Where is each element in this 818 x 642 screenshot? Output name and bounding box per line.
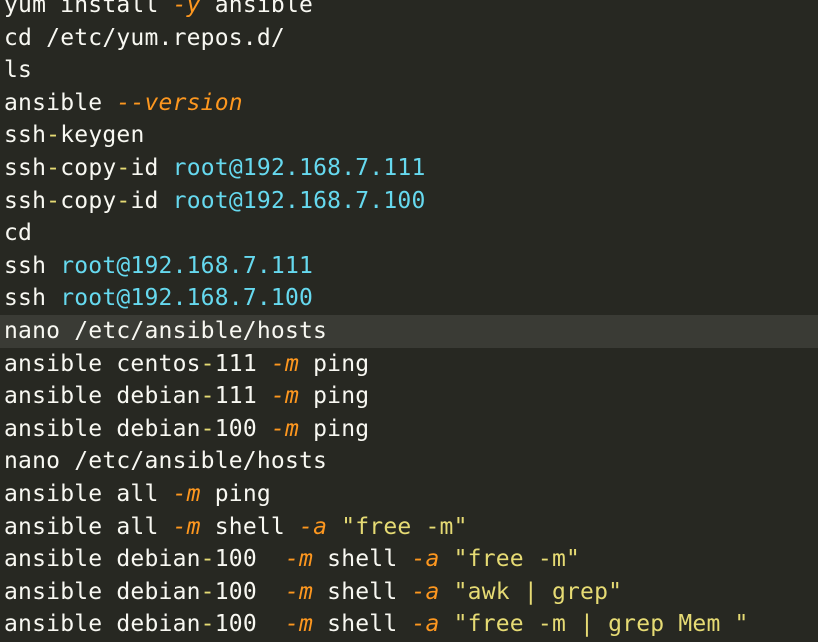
code-line[interactable]: cd /etc/yum.repos.d/ [0,22,818,55]
token-cmd: ansible [4,89,117,116]
token-cmd: ssh [4,154,47,181]
token-op: - [200,578,215,605]
token-cmd: 100 [214,546,285,573]
token-flag: -a [299,513,328,540]
token-cmd: 100 [214,578,285,605]
token-cmd: 111 [214,383,271,410]
token-op: - [200,415,215,442]
code-line[interactable]: nano /etc/ansible/hosts [0,445,818,478]
code-line[interactable]: ansible all -m ping [0,478,818,511]
code-line[interactable]: ansible debian-100 -m shell -a "free -m … [0,608,818,641]
code-line[interactable]: ansible debian-100 -m shell -a "awk | gr… [0,576,818,609]
token-cmd: ansible [200,0,314,18]
code-line[interactable]: ansible centos-111 -m ping [0,348,818,381]
token-cmd: id [130,154,173,181]
token-flag: -m [284,546,314,573]
token-cmd: cd /etc/yum.repos.d/ [4,24,285,51]
token-cmd: shell [313,578,412,605]
token-cmd: nano /etc/ansible/hosts [4,448,328,475]
token-flag: -m [270,383,300,410]
token-str: "awk | grep" [453,578,623,605]
code-line[interactable]: ansible debian-100 -m shell -a "free -m" [0,543,818,576]
code-editor[interactable]: yum install -y ansible cd /etc/yum.repos.… [0,0,818,641]
token-cmd: shell [200,513,300,540]
token-flag: -a [411,546,440,573]
token-str: "free -m | grep Mem " [453,611,749,638]
code-line[interactable]: ssh-copy-id root@192.168.7.111 [0,152,818,185]
token-addr: root@192.168.7.111 [172,154,426,181]
token-flag: -m [172,480,201,507]
token-cmd [440,579,454,605]
token-op: - [46,187,61,214]
token-cmd: 111 [214,350,271,377]
token-addr: root@192.168.7.111 [60,252,314,279]
token-flag: -a [411,578,440,605]
token-cmd: id [130,187,173,214]
code-line[interactable]: yum install -y ansible [0,0,818,22]
token-cmd: yum install [4,0,173,18]
token-cmd: keygen [60,122,145,149]
token-cmd: nano /etc/ansible/hosts [4,317,328,344]
token-op: - [200,383,215,410]
code-line[interactable]: ansible debian-111 -m ping [0,380,818,413]
code-line[interactable]: ssh root@192.168.7.100 [0,282,818,315]
token-cmd: ansible debian [4,546,201,573]
token-cmd: ansible debian [4,383,201,410]
token-flag: --version [116,89,243,116]
token-cmd: cd [4,220,33,247]
token-cmd: ssh [4,285,61,312]
token-flag: -m [270,350,300,377]
token-cmd: ansible debian [4,611,201,638]
token-cmd: ansible all [4,480,173,507]
token-op: - [116,154,131,181]
token-cmd: ansible centos [4,350,201,377]
token-cmd [440,611,454,637]
code-line[interactable]: ansible debian-100 -m ping [0,413,818,446]
token-str: "free -m" [341,513,468,540]
token-cmd [327,514,341,540]
token-cmd: shell [313,546,412,573]
code-line[interactable]: cd [0,217,818,250]
code-line[interactable]: ansible all -m shell -a "free -m" [0,511,818,544]
token-cmd: ansible debian [4,578,201,605]
token-cmd: copy [60,187,117,214]
token-addr: root@192.168.7.100 [60,285,314,312]
token-cmd: ansible debian [4,415,201,442]
token-cmd: ansible all [4,513,173,540]
code-line[interactable]: ssh root@192.168.7.111 [0,250,818,283]
token-op: - [200,350,215,377]
token-op: - [116,187,131,214]
token-cmd: ping [200,480,271,507]
token-op: - [46,122,61,149]
token-flag: -m [284,578,314,605]
code-line[interactable]: ls [0,54,818,87]
token-cmd: ping [299,415,370,442]
token-flag: -m [270,415,300,442]
token-cmd: shell [313,611,412,638]
token-cmd: ssh [4,187,47,214]
token-cmd: 100 [214,611,285,638]
token-flag: -m [284,611,314,638]
token-flag: -y [172,0,201,18]
token-cmd: ssh [4,122,47,149]
token-flag: -a [411,611,440,638]
token-addr: root@192.168.7.100 [172,187,426,214]
token-op: - [200,611,215,638]
token-op: - [200,546,215,573]
code-line-current[interactable]: nano /etc/ansible/hosts [0,314,818,348]
token-op: - [46,154,61,181]
token-cmd: 100 [214,415,271,442]
token-cmd: ping [299,350,370,377]
token-cmd: copy [60,154,117,181]
token-flag: -m [172,513,201,540]
code-line[interactable]: ssh-copy-id root@192.168.7.100 [0,185,818,218]
token-cmd [440,546,454,572]
token-cmd: ping [299,383,370,410]
token-str: "free -m" [453,546,581,573]
token-cmd: ls [4,57,33,84]
token-cmd: ssh [4,252,61,279]
code-line[interactable]: ansible --version [0,87,818,120]
code-line[interactable]: ssh-keygen [0,119,818,152]
